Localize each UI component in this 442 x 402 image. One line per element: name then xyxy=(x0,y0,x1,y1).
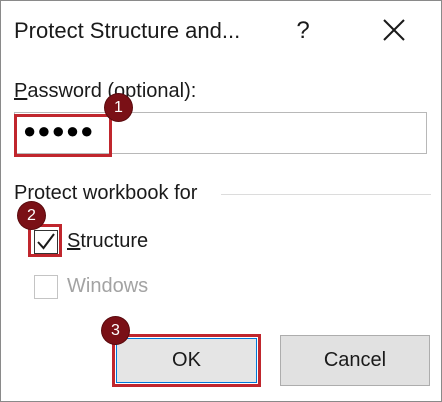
protect-structure-dialog: Protect Structure and... ? Password (opt… xyxy=(0,0,442,402)
close-button[interactable] xyxy=(381,17,407,43)
close-icon xyxy=(383,19,405,41)
step-2-badge: 2 xyxy=(18,202,45,229)
help-button[interactable]: ? xyxy=(291,13,315,49)
step-1-badge: 1 xyxy=(105,94,132,121)
windows-checkbox[interactable] xyxy=(34,275,58,299)
title-bar: Protect Structure and... ? xyxy=(1,1,441,61)
structure-label[interactable]: Structure xyxy=(67,230,148,253)
step-3-badge: 3 xyxy=(102,317,129,344)
cancel-button[interactable]: Cancel xyxy=(280,335,430,386)
ok-highlight-box xyxy=(112,334,261,387)
password-label: Password (optional): xyxy=(14,80,197,102)
windows-label[interactable]: Windows xyxy=(67,275,148,298)
password-highlight-box xyxy=(14,114,112,157)
group-divider xyxy=(221,194,431,195)
dialog-title: Protect Structure and... xyxy=(14,18,241,43)
protect-workbook-for-label: Protect workbook for xyxy=(14,182,206,205)
structure-highlight-box xyxy=(28,224,62,257)
